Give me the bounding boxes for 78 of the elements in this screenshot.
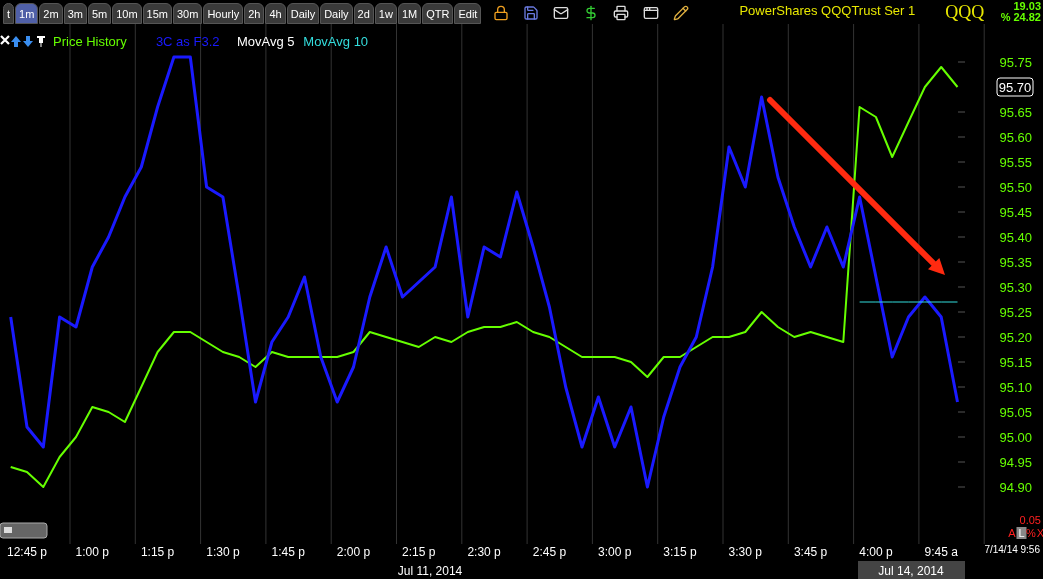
axis-label: 95.45: [999, 205, 1032, 220]
axis-label: 95.00: [999, 430, 1032, 445]
legend-label: 3C as F3.2: [155, 34, 220, 49]
axis-label: 1:45 p: [271, 545, 305, 559]
change-value: 19.03: [1013, 1, 1041, 12]
symbol-label: QQQ: [945, 2, 985, 22]
timeframe-tab[interactable]: 10m: [112, 3, 142, 24]
timeframe-tab[interactable]: 2h: [244, 3, 265, 24]
axis-label: 95.65: [999, 105, 1032, 120]
axis-label: 1:00 p: [75, 545, 109, 559]
timeframe-tab[interactable]: 2m: [39, 3, 63, 24]
scale-step: 0.05: [1019, 514, 1041, 526]
legend-label: MovAvg 5: [236, 34, 295, 49]
down-arrow-icon[interactable]: [23, 36, 33, 47]
timeframe-tab[interactable]: 5m: [87, 3, 112, 24]
timeframe-tab[interactable]: 1m: [15, 3, 39, 24]
axis-label: 95.05: [999, 405, 1032, 420]
timeframe-tab[interactable]: Edit: [454, 3, 482, 24]
axis-label: 2:30 p: [467, 545, 501, 559]
axis-label: 3:00 p: [598, 545, 632, 559]
axis-label: 3:30 p: [728, 545, 762, 559]
scale-toggle[interactable]: L: [1016, 527, 1027, 539]
scale-toggle[interactable]: X: [1036, 527, 1043, 539]
save-icon[interactable]: [523, 5, 540, 21]
pin-icon[interactable]: [37, 36, 45, 47]
printer-icon[interactable]: [613, 5, 630, 21]
timeframe-tab[interactable]: 30m: [173, 3, 203, 24]
window-icon[interactable]: [643, 5, 660, 21]
timeframe-tab[interactable]: 15m: [142, 3, 172, 24]
legend-label: Price History: [53, 34, 127, 49]
timeframe-tab[interactable]: 1M: [397, 3, 422, 24]
timeframe-tab[interactable]: 4h: [265, 3, 286, 24]
timeframe-tab[interactable]: Daily: [286, 3, 320, 24]
change-percent: % 24.82: [1000, 12, 1041, 23]
lock-icon[interactable]: [493, 5, 510, 21]
scale-toggle[interactable]: %: [1026, 527, 1036, 539]
axis-label: 2:00 p: [336, 545, 371, 559]
date-label: Jul 11, 2014: [397, 564, 463, 578]
scale-toggle[interactable]: A: [1008, 527, 1016, 539]
axis-label: 95.15: [999, 355, 1032, 370]
axis-label: 4:00 p: [859, 545, 893, 559]
axis-label: 95.30: [999, 280, 1032, 295]
axis-label: 1:30 p: [206, 545, 240, 559]
timeframe-tab[interactable]: t: [3, 3, 15, 24]
axis-label: 94.90: [999, 480, 1032, 495]
axis-label: 3:15 p: [663, 545, 697, 559]
date-label: Jul 14, 2014: [858, 561, 965, 579]
mail-icon[interactable]: [553, 5, 570, 21]
timeframe-tab[interactable]: 3m: [63, 3, 87, 24]
axis-label: 2:15 p: [402, 545, 436, 559]
axis-label: 95.10: [999, 380, 1032, 395]
last-price-badge: 95.70: [996, 77, 1034, 97]
timeframe-tab[interactable]: QTR: [422, 3, 454, 24]
axis-label: 1:15 p: [140, 545, 175, 559]
axis-label: 2:45 p: [532, 545, 567, 559]
timeframe-tab[interactable]: 1w: [374, 3, 397, 24]
axis-label: 95.75: [999, 55, 1032, 70]
axis-label: 95.40: [999, 230, 1032, 245]
axis-label: 3:45 p: [793, 545, 828, 559]
timestamp: 7/14/14 9:56: [984, 544, 1040, 555]
timeframe-tab[interactable]: 2d: [353, 3, 374, 24]
close-icon[interactable]: [0, 34, 11, 46]
timeframe-tab[interactable]: Hourly: [203, 3, 244, 24]
up-arrow-icon[interactable]: [11, 36, 21, 47]
axis-label: 95.35: [999, 255, 1032, 270]
pencil-icon[interactable]: [673, 5, 690, 21]
axis-label: 95.60: [999, 130, 1032, 145]
axis-label: 95.55: [999, 155, 1032, 170]
axis-label: 9:45 a: [924, 545, 958, 559]
scroll-handle[interactable]: [0, 522, 48, 539]
axis-label: 95.25: [999, 305, 1032, 320]
axis-label: 12:45 p: [7, 545, 47, 559]
axis-label: 95.20: [999, 330, 1032, 345]
axis-label: 94.95: [999, 455, 1032, 470]
instrument-title: PowerShares QQQTrust Ser 1: [739, 1, 916, 20]
axis-label: 95.50: [999, 180, 1032, 195]
timeframe-tab[interactable]: Daily: [320, 3, 353, 24]
legend-label: MovAvg 10: [303, 34, 369, 49]
